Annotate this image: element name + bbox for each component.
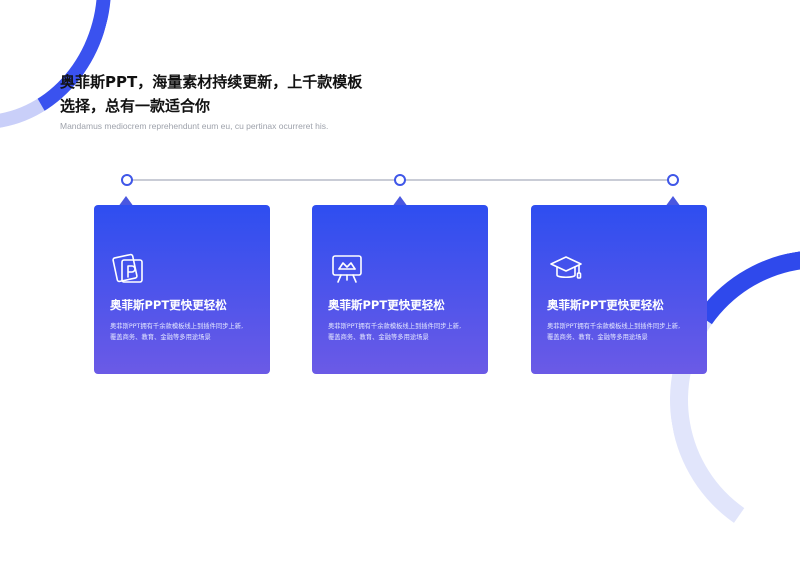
card-title: 奥菲斯PPT更快更轻松 — [547, 298, 664, 312]
graduation-cap-icon — [550, 256, 582, 279]
page-title-line-1: 奥菲斯PPT，海量素材持续更新，上千款模板 — [60, 73, 363, 91]
timeline-node-1 — [121, 174, 133, 186]
card-description-line-2: 覆盖商务、教育、金融等多用途场景 — [547, 334, 648, 341]
card-description: 奥菲斯PPT拥有千余款模板线上到插件同步上新, 覆盖商务、教育、金融等多用途场景 — [547, 321, 697, 343]
card-description-line-2: 覆盖商务、教育、金融等多用途场景 — [110, 334, 211, 341]
timeline-node-2 — [394, 174, 406, 186]
presentation-board-icon — [332, 255, 362, 283]
feature-card-2: 奥菲斯PPT更快更轻松 奥菲斯PPT拥有千余款模板线上到插件同步上新, 覆盖商务… — [312, 205, 488, 374]
timeline-node-3 — [667, 174, 679, 186]
card-title: 奥菲斯PPT更快更轻松 — [110, 298, 227, 312]
page-title-line-2: 选择，总有一款适合你 — [60, 97, 211, 115]
card-description-line-1: 奥菲斯PPT拥有千余款模板线上到插件同步上新, — [110, 323, 244, 330]
page-title: 奥菲斯PPT，海量素材持续更新，上千款模板 选择，总有一款适合你 — [60, 70, 362, 118]
card-description-line-1: 奥菲斯PPT拥有千余款模板线上到插件同步上新, — [328, 323, 462, 330]
card-title: 奥菲斯PPT更快更轻松 — [328, 298, 445, 312]
card-description-line-1: 奥菲斯PPT拥有千余款模板线上到插件同步上新, — [547, 323, 681, 330]
photo-p-icon — [112, 253, 143, 283]
feature-card-1: 奥菲斯PPT更快更轻松 奥菲斯PPT拥有千余款模板线上到插件同步上新, 覆盖商务… — [94, 205, 270, 374]
card-description: 奥菲斯PPT拥有千余款模板线上到插件同步上新, 覆盖商务、教育、金融等多用途场景 — [110, 321, 260, 343]
card-description: 奥菲斯PPT拥有千余款模板线上到插件同步上新, 覆盖商务、教育、金融等多用途场景 — [328, 321, 478, 343]
page-subtitle: Mandamus mediocrem reprehendunt eum eu, … — [60, 121, 329, 131]
card-description-line-2: 覆盖商务、教育、金融等多用途场景 — [328, 334, 429, 341]
feature-card-3: 奥菲斯PPT更快更轻松 奥菲斯PPT拥有千余款模板线上到插件同步上新, 覆盖商务… — [531, 205, 707, 374]
